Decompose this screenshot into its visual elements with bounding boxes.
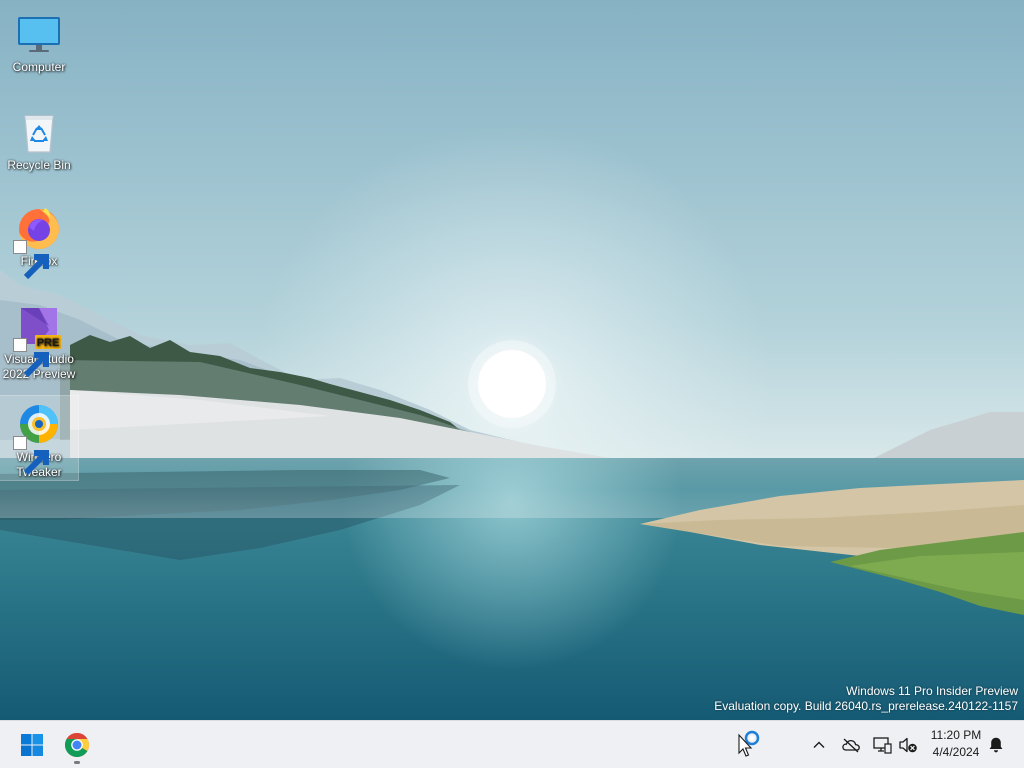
desktop-icon-firefox[interactable]: Firefox [0, 200, 78, 280]
notification-center-button[interactable] [984, 733, 1008, 757]
start-button[interactable] [12, 725, 52, 765]
winaero-tweaker-icon [13, 400, 63, 476]
desktop[interactable]: Computer Recycle Bin Firefox PRE Visual … [0, 0, 1024, 720]
chrome-running-indicator [74, 761, 80, 764]
onedrive-button[interactable] [839, 733, 863, 757]
shortcut-arrow-icon [13, 436, 49, 476]
desktop-icon-computer[interactable]: Computer [0, 6, 78, 78]
chevron-up-icon [813, 741, 825, 748]
firefox-icon [13, 204, 63, 280]
shortcut-arrow-icon [13, 338, 49, 378]
recycle-bin-icon [15, 108, 63, 156]
windows-start-icon [21, 734, 43, 756]
copilot-button[interactable] [736, 729, 764, 761]
network-button[interactable] [870, 733, 894, 757]
clock-time: 11:20 PM [930, 728, 982, 742]
desktop-wallpaper [0, 0, 1024, 720]
desktop-icon-label: Computer [12, 60, 66, 74]
desktop-icon-label: Recycle Bin [7, 158, 71, 172]
taskbar-chrome-button[interactable] [57, 725, 97, 765]
desktop-icon-winaero-tweaker[interactable]: Winaero Tweaker [0, 395, 79, 481]
show-hidden-icons-button[interactable] [807, 733, 831, 757]
evaluation-watermark: Windows 11 Pro Insider Preview Evaluatio… [714, 684, 1018, 714]
onedrive-offline-icon [842, 738, 860, 753]
visual-studio-preview-icon: PRE [13, 302, 63, 378]
volume-button[interactable] [896, 733, 920, 757]
chrome-icon [64, 732, 90, 758]
bell-icon [989, 737, 1003, 753]
desktop-icon-visual-studio-preview[interactable]: PRE Visual Studio 2022 Preview [0, 298, 78, 384]
clock[interactable]: 11:20 PM 4/4/2024 [924, 727, 988, 761]
shortcut-arrow-icon [13, 240, 49, 280]
desktop-icon-recycle-bin[interactable]: Recycle Bin [0, 104, 78, 176]
computer-icon [15, 10, 63, 58]
taskbar: 11:20 PM 4/4/2024 [0, 720, 1024, 768]
network-icon [873, 737, 892, 754]
volume-muted-icon [899, 737, 917, 753]
watermark-line-2: Evaluation copy. Build 26040.rs_prerelea… [714, 699, 1018, 713]
watermark-line-1: Windows 11 Pro Insider Preview [846, 684, 1018, 698]
clock-date: 4/4/2024 [932, 745, 980, 759]
copilot-icon [738, 730, 760, 757]
